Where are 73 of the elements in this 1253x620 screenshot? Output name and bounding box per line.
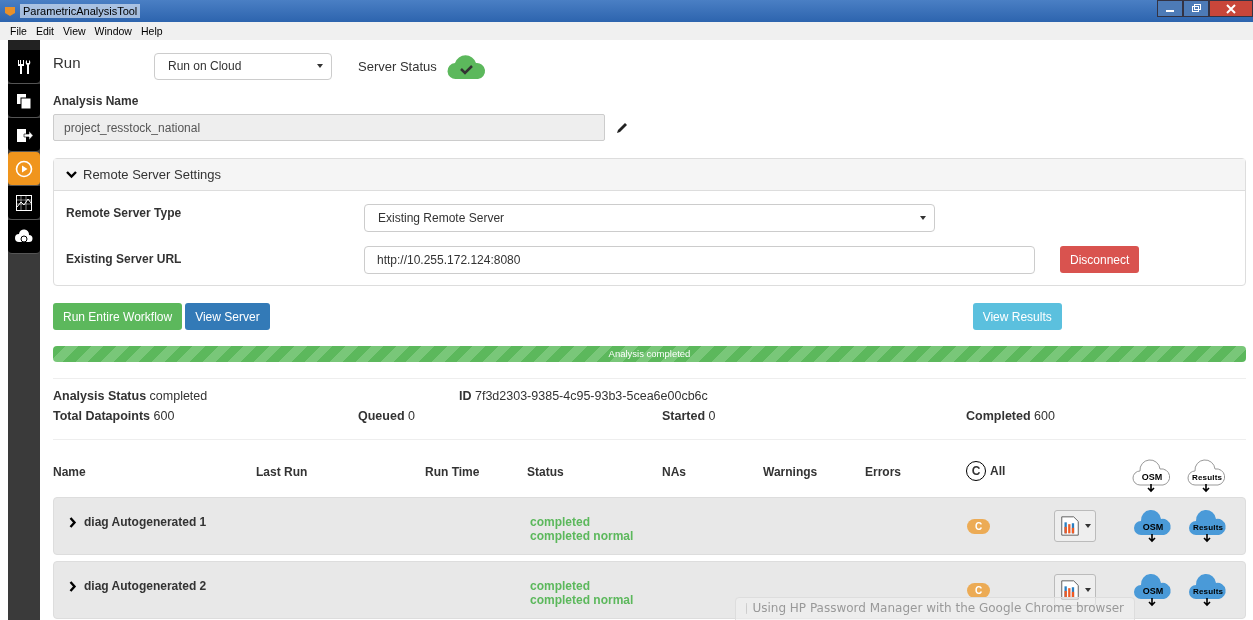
column-header: Errors xyxy=(865,465,903,479)
caret-icon xyxy=(920,216,926,220)
bar-chart-icon xyxy=(1059,578,1081,602)
copy-icon xyxy=(15,91,33,110)
menu-item[interactable]: Window xyxy=(94,25,132,37)
column-header: Status xyxy=(527,465,565,479)
caret-icon xyxy=(1085,588,1091,592)
datapoint-name: diag Autogenerated 2 xyxy=(84,579,207,593)
view-server-button[interactable]: View Server xyxy=(185,303,270,330)
stat-text: Queued 0 xyxy=(358,409,416,423)
settings-panel-header[interactable]: Remote Server Settings xyxy=(54,159,1245,191)
column-header: Last Run xyxy=(256,465,309,479)
chevron-icon xyxy=(66,170,77,179)
menu-item[interactable]: Help xyxy=(140,25,163,37)
menu-item[interactable]: File xyxy=(10,25,27,37)
run-heading: Run xyxy=(53,53,82,71)
sidebar-cloud-button[interactable] xyxy=(8,220,40,254)
caret-icon xyxy=(1085,524,1091,528)
column-header: Name xyxy=(53,465,87,479)
maximize-button[interactable] xyxy=(1183,0,1209,17)
analysis-name-label: Analysis Name xyxy=(53,94,140,108)
minimize-button[interactable] xyxy=(1157,0,1183,17)
progress-label: Analysis completed xyxy=(607,348,692,359)
play-icon xyxy=(15,159,33,178)
analysis-name-field[interactable]: project_resstock_national xyxy=(53,114,605,141)
menu-item[interactable]: Edit xyxy=(35,25,54,37)
window-title: ParametricAnalysisTool xyxy=(20,4,141,18)
disconnect-button[interactable]: Disconnect xyxy=(1060,246,1140,273)
column-header: NAs xyxy=(662,465,687,479)
expand-icon[interactable] xyxy=(69,580,77,592)
sidebar-export-button[interactable] xyxy=(8,118,40,152)
close-icon xyxy=(1226,3,1236,14)
chart-icon xyxy=(15,193,33,212)
datapoint-name: diag Autogenerated 1 xyxy=(84,515,207,529)
edit-icon[interactable] xyxy=(615,120,629,135)
status-text: completed xyxy=(530,579,591,593)
run-mode-dropdown[interactable]: Run on Cloud xyxy=(154,52,332,80)
expand-icon[interactable] xyxy=(69,516,77,528)
tools-icon xyxy=(15,57,33,76)
sidebar-header xyxy=(8,40,40,50)
bar-chart-icon xyxy=(1059,514,1081,538)
sidebar-copy-button[interactable] xyxy=(8,84,40,118)
column-header: Warnings xyxy=(763,465,819,479)
sidebar-tools-button[interactable] xyxy=(8,50,40,84)
status-detail-text: completed normal xyxy=(530,529,635,543)
restore-icon xyxy=(1191,4,1201,13)
status-text: completed xyxy=(530,515,591,529)
close-button[interactable] xyxy=(1209,0,1253,17)
all-label: All xyxy=(990,464,1006,478)
caret-icon xyxy=(317,64,323,68)
status-badge: C xyxy=(967,582,991,598)
server-status-label: Server Status xyxy=(358,58,437,74)
report-dropdown-button[interactable] xyxy=(1054,510,1096,542)
column-header: Run Time xyxy=(425,465,481,479)
server-url-field[interactable]: http://10.255.172.124:8080 xyxy=(364,246,1035,274)
cloud-icon xyxy=(14,228,34,245)
menu-item[interactable]: View xyxy=(63,25,86,37)
analysis-status-text: Analysis Status completed xyxy=(53,389,209,403)
sidebar-run-button[interactable] xyxy=(8,152,40,186)
stat-text: Total Datapoints 600 xyxy=(53,409,176,423)
notification-text: Using HP Password Manager with the Google Chrome browser xyxy=(752,601,1124,615)
stat-text: Started 0 xyxy=(662,409,717,423)
server-type-dropdown[interactable]: Existing Remote Server xyxy=(364,204,935,232)
status-detail-text: completed normal xyxy=(530,593,635,607)
stat-text: Completed 600 xyxy=(966,409,1056,423)
server-type-label: Remote Server Type xyxy=(66,205,183,220)
app-icon xyxy=(4,5,16,17)
panel-title: Remote Server Settings xyxy=(83,167,221,182)
status-badge: C xyxy=(967,518,991,534)
analysis-id-text: ID 7f3d2303-9385-4c95-93b3-5cea6e00cb6c xyxy=(459,389,708,403)
server-url-label: Existing Server URL xyxy=(66,251,183,266)
datapoint-row[interactable]: diag Autogenerated 1 completed completed normal C OSM Results xyxy=(53,497,1246,555)
sidebar-chart-button[interactable] xyxy=(8,186,40,220)
